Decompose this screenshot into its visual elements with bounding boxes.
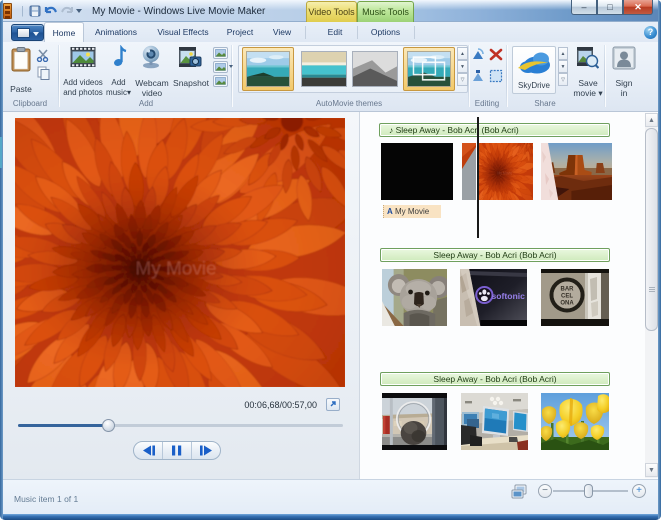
svg-text:ONA: ONA bbox=[560, 301, 574, 307]
svg-text:CEL: CEL bbox=[561, 294, 573, 300]
svg-text:BAR: BAR bbox=[561, 287, 575, 293]
svg-text:softonic: softonic bbox=[491, 291, 525, 301]
